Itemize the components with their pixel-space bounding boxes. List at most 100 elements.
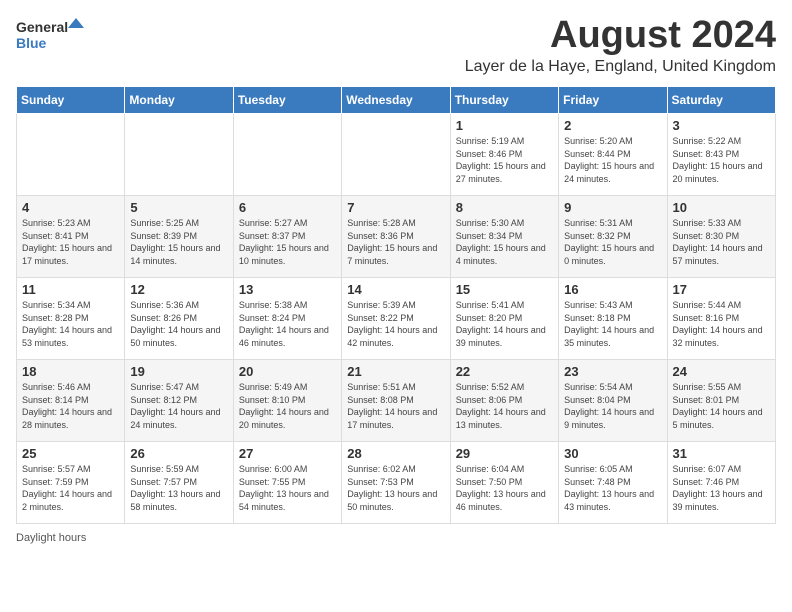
day-number: 1 [456, 118, 553, 133]
day-detail: Sunrise: 5:19 AMSunset: 8:46 PMDaylight:… [456, 135, 553, 185]
day-detail: Sunrise: 5:33 AMSunset: 8:30 PMDaylight:… [673, 217, 770, 267]
day-number: 2 [564, 118, 661, 133]
day-number: 23 [564, 364, 661, 379]
calendar-table: Sunday Monday Tuesday Wednesday Thursday… [16, 86, 776, 524]
day-number: 16 [564, 282, 661, 297]
day-number: 3 [673, 118, 770, 133]
day-detail: Sunrise: 6:05 AMSunset: 7:48 PMDaylight:… [564, 463, 661, 513]
day-number: 21 [347, 364, 444, 379]
header-monday: Monday [125, 87, 233, 114]
cell-1-4 [342, 114, 450, 196]
day-number: 12 [130, 282, 227, 297]
header-saturday: Saturday [667, 87, 775, 114]
cell-3-6: 16 Sunrise: 5:43 AMSunset: 8:18 PMDayligh… [559, 278, 667, 360]
cell-3-3: 13Sunrise: 5:38 AMSunset: 8:24 PMDayligh… [233, 278, 341, 360]
day-detail: Sunrise: 6:07 AMSunset: 7:46 PMDaylight:… [673, 463, 770, 513]
day-number: 22 [456, 364, 553, 379]
cell-4-6: 23 Sunrise: 5:54 AMSunset: 8:04 PMDayligh… [559, 360, 667, 442]
svg-text:Blue: Blue [16, 35, 47, 51]
day-number: 29 [456, 446, 553, 461]
day-detail: Sunrise: 5:36 AMSunset: 8:26 PMDaylight:… [130, 299, 227, 349]
day-number: 13 [239, 282, 336, 297]
cell-2-2: 5 Sunrise: 5:25 AMSunset: 8:39 PMDaylight… [125, 196, 233, 278]
cell-2-5: 8 Sunrise: 5:30 AMSunset: 8:34 PMDaylight… [450, 196, 558, 278]
day-detail: Sunrise: 5:41 AMSunset: 8:20 PMDaylight:… [456, 299, 553, 349]
cell-4-1: 18 Sunrise: 5:46 AMSunset: 8:14 PMDayligh… [17, 360, 125, 442]
cell-2-7: 10 Sunrise: 5:33 AMSunset: 8:30 PMDayligh… [667, 196, 775, 278]
cell-3-2: 12 Sunrise: 5:36 AMSunset: 8:26 PMDayligh… [125, 278, 233, 360]
day-detail: Sunrise: 5:30 AMSunset: 8:34 PMDaylight:… [456, 217, 553, 267]
week-row-4: 18 Sunrise: 5:46 AMSunset: 8:14 PMDayligh… [17, 360, 776, 442]
cell-4-5: 22 Sunrise: 5:52 AMSunset: 8:06 PMDayligh… [450, 360, 558, 442]
day-detail: Sunrise: 5:43 AMSunset: 8:18 PMDaylight:… [564, 299, 661, 349]
day-detail: Sunrise: 5:51 AMSunset: 8:08 PMDaylight:… [347, 381, 444, 431]
header-tuesday: Tuesday [233, 87, 341, 114]
day-number: 25 [22, 446, 119, 461]
cell-5-7: 31 Sunrise: 6:07 AMSunset: 7:46 PMDayligh… [667, 442, 775, 524]
day-number: 7 [347, 200, 444, 215]
day-number: 4 [22, 200, 119, 215]
day-detail: Sunrise: 6:04 AMSunset: 7:50 PMDaylight:… [456, 463, 553, 513]
cell-5-1: 25 Sunrise: 5:57 AMSunset: 7:59 PMDayligh… [17, 442, 125, 524]
cell-5-4: 28 Sunrise: 6:02 AMSunset: 7:53 PMDayligh… [342, 442, 450, 524]
cell-1-7: 3 Sunrise: 5:22 AMSunset: 8:43 PMDaylight… [667, 114, 775, 196]
cell-1-2 [125, 114, 233, 196]
cell-1-6: 2Sunrise: 5:20 AMSunset: 8:44 PMDaylight… [559, 114, 667, 196]
day-detail: Sunrise: 5:31 AMSunset: 8:32 PMDaylight:… [564, 217, 661, 267]
week-row-5: 25 Sunrise: 5:57 AMSunset: 7:59 PMDayligh… [17, 442, 776, 524]
day-detail: Sunrise: 5:22 AMSunset: 8:43 PMDaylight:… [673, 135, 770, 185]
day-number: 28 [347, 446, 444, 461]
cell-5-5: 29 Sunrise: 6:04 AMSunset: 7:50 PMDayligh… [450, 442, 558, 524]
location-title: Layer de la Haye, England, United Kingdo… [465, 58, 776, 76]
weekday-header-row: Sunday Monday Tuesday Wednesday Thursday… [17, 87, 776, 114]
cell-3-7: 17 Sunrise: 5:44 AMSunset: 8:16 PMDayligh… [667, 278, 775, 360]
cell-5-3: 27Sunrise: 6:00 AMSunset: 7:55 PMDayligh… [233, 442, 341, 524]
cell-2-4: 7Sunrise: 5:28 AMSunset: 8:36 PMDaylight… [342, 196, 450, 278]
day-number: 9 [564, 200, 661, 215]
day-detail: Sunrise: 5:44 AMSunset: 8:16 PMDaylight:… [673, 299, 770, 349]
day-detail: Sunrise: 5:46 AMSunset: 8:14 PMDaylight:… [22, 381, 119, 431]
week-row-3: 11 Sunrise: 5:34 AMSunset: 8:28 PMDayligh… [17, 278, 776, 360]
cell-5-6: 30 Sunrise: 6:05 AMSunset: 7:48 PMDayligh… [559, 442, 667, 524]
cell-1-3 [233, 114, 341, 196]
cell-4-2: 19Sunrise: 5:47 AMSunset: 8:12 PMDayligh… [125, 360, 233, 442]
svg-text:General: General [16, 19, 68, 35]
day-number: 17 [673, 282, 770, 297]
day-detail: Sunrise: 5:57 AMSunset: 7:59 PMDaylight:… [22, 463, 119, 513]
footer-note: Daylight hours [16, 532, 776, 544]
day-detail: Sunrise: 5:49 AMSunset: 8:10 PMDaylight:… [239, 381, 336, 431]
day-detail: Sunrise: 5:54 AMSunset: 8:04 PMDaylight:… [564, 381, 661, 431]
cell-4-4: 21 Sunrise: 5:51 AMSunset: 8:08 PMDayligh… [342, 360, 450, 442]
day-number: 14 [347, 282, 444, 297]
logo-svg: General Blue [16, 16, 86, 56]
cell-2-1: 4 Sunrise: 5:23 AMSunset: 8:41 PMDaylight… [17, 196, 125, 278]
cell-3-4: 14 Sunrise: 5:39 AMSunset: 8:22 PMDayligh… [342, 278, 450, 360]
page-container: General Blue August 2024 Layer de la Hay… [16, 16, 776, 544]
cell-1-1 [17, 114, 125, 196]
cell-4-7: 24Sunrise: 5:55 AMSunset: 8:01 PMDayligh… [667, 360, 775, 442]
cell-4-3: 20 Sunrise: 5:49 AMSunset: 8:10 PMDayligh… [233, 360, 341, 442]
day-detail: Sunrise: 5:25 AMSunset: 8:39 PMDaylight:… [130, 217, 227, 267]
day-number: 18 [22, 364, 119, 379]
day-number: 20 [239, 364, 336, 379]
day-number: 27 [239, 446, 336, 461]
day-detail: Sunrise: 5:52 AMSunset: 8:06 PMDaylight:… [456, 381, 553, 431]
day-number: 31 [673, 446, 770, 461]
day-number: 5 [130, 200, 227, 215]
header-friday: Friday [559, 87, 667, 114]
day-number: 10 [673, 200, 770, 215]
cell-2-6: 9 Sunrise: 5:31 AMSunset: 8:32 PMDaylight… [559, 196, 667, 278]
day-number: 11 [22, 282, 119, 297]
header-thursday: Thursday [450, 87, 558, 114]
header: General Blue August 2024 Layer de la Hay… [16, 16, 776, 76]
header-wednesday: Wednesday [342, 87, 450, 114]
day-number: 6 [239, 200, 336, 215]
day-number: 30 [564, 446, 661, 461]
day-detail: Sunrise: 5:34 AMSunset: 8:28 PMDaylight:… [22, 299, 119, 349]
week-row-2: 4 Sunrise: 5:23 AMSunset: 8:41 PMDaylight… [17, 196, 776, 278]
day-detail: Sunrise: 5:23 AMSunset: 8:41 PMDaylight:… [22, 217, 119, 267]
day-detail: Sunrise: 6:02 AMSunset: 7:53 PMDaylight:… [347, 463, 444, 513]
day-detail: Sunrise: 5:39 AMSunset: 8:22 PMDaylight:… [347, 299, 444, 349]
day-number: 8 [456, 200, 553, 215]
cell-3-1: 11 Sunrise: 5:34 AMSunset: 8:28 PMDayligh… [17, 278, 125, 360]
